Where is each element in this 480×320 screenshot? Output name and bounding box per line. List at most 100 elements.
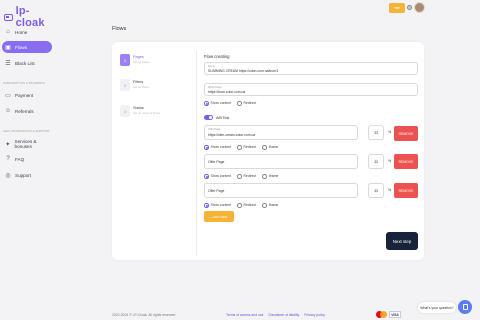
step-number: 3 <box>120 105 130 117</box>
radio-iframe[interactable]: Iframe <box>262 145 278 150</box>
copyright: 2022-2024 © LP-Cloak. All rights reserve… <box>112 313 176 317</box>
offer-percent-input-1[interactable]: 33 <box>368 125 384 140</box>
sidebar-item-referrals[interactable]: ☺ Referrals <box>2 105 52 117</box>
sidebar-item-flows[interactable]: ▣ Flows <box>2 41 52 53</box>
sidebar-item-blacklist[interactable]: ☰ Black List <box>2 57 52 69</box>
sidebar-item-label: Home <box>15 29 28 35</box>
sidebar-item-label: Payment <box>15 92 34 98</box>
footer-link-disclaimer[interactable]: Disclaimer of liability <box>269 313 300 317</box>
field-label: Offer Page <box>208 127 221 131</box>
field-value: https://burn.cdon.com.ua <box>208 90 246 94</box>
radio-iframe[interactable]: Iframe <box>262 203 278 208</box>
white-mode-group: Show content Redirect <box>204 101 256 106</box>
step-number: 1 <box>120 54 130 66</box>
step-title: Filters <box>133 80 144 84</box>
sidebar: lp-cloak ⌂ Home ▣ Flows ☰ Black List SUB… <box>0 0 56 320</box>
offer-page-field-1[interactable]: Offer Page https://slim-cream-cdon.com.u… <box>204 125 358 140</box>
promo-button[interactable]: TRY <box>389 3 405 13</box>
remove-button-3[interactable]: REMOVE <box>394 183 418 198</box>
radio-show-content[interactable]: Show content <box>204 174 231 179</box>
radio-label: Show content <box>210 101 232 106</box>
gift-icon: ✦ <box>5 141 11 148</box>
radio-dot <box>237 101 242 106</box>
field-label: Name <box>208 64 215 68</box>
offer-page-field-2[interactable]: Offer Page <box>204 154 358 169</box>
offer2-mode-group: Show content Redirect Iframe <box>204 174 278 179</box>
sidebar-item-label: Referrals <box>15 108 34 114</box>
radio-redirect[interactable]: Redirect <box>237 203 256 208</box>
chat-button[interactable] <box>458 300 472 314</box>
home-icon: ⌂ <box>6 29 10 35</box>
flows-icon: ▣ <box>5 44 11 51</box>
radio-label: Redirect <box>243 203 257 208</box>
radio-redirect[interactable]: Redirect <box>237 101 256 106</box>
section-support: SELF INFORMATION & SUPPORT <box>3 129 50 133</box>
white-page-field[interactable]: White Page https://burn.cdon.com.ua <box>204 83 418 96</box>
step-pages[interactable]: 1 Pages Set up Pages <box>120 54 194 68</box>
radio-redirect[interactable]: Redirect <box>237 174 256 179</box>
radio-dot <box>262 145 267 150</box>
card-icon: ▭ <box>5 92 11 99</box>
toggle-label: A/B Test <box>216 115 230 120</box>
avatar[interactable] <box>414 2 425 13</box>
radio-show-content[interactable]: Show content <box>204 101 231 106</box>
radio-iframe[interactable]: Iframe <box>262 174 278 179</box>
radio-label: Iframe <box>268 174 279 179</box>
form-title: Flow creating <box>204 54 230 59</box>
step-filters[interactable]: 2 Filters Set up Filters <box>120 79 194 93</box>
sidebar-item-label: Flows <box>15 44 27 50</box>
sidebar-item-payment[interactable]: ▭ Payment <box>2 89 52 101</box>
sidebar-item-label: Support <box>15 172 32 178</box>
name-field[interactable]: Name SLIMMING CREAM https://cdon.com.ua/… <box>204 62 418 75</box>
footer-link-privacy[interactable]: Privacy policy <box>304 313 325 317</box>
offer-page-field-3[interactable]: Offer Page <box>204 183 358 198</box>
ab-test-toggle[interactable]: A/B Test <box>204 115 229 120</box>
radio-dot <box>204 174 209 179</box>
offer3-mode-group: Show content Redirect Iframe <box>204 203 278 208</box>
radio-show-content[interactable]: Show content <box>204 203 231 208</box>
offer-percent-input-2[interactable]: 33 <box>368 154 384 169</box>
radio-dot <box>262 174 267 179</box>
divider <box>196 50 197 256</box>
radio-label: Iframe <box>268 145 279 150</box>
radio-show-content[interactable]: Show content <box>204 145 231 150</box>
users-icon: ☺ <box>4 108 12 114</box>
percent-sign: % <box>388 188 392 192</box>
field-value: 33 <box>374 159 378 164</box>
step-subtitle: Set up Filters <box>133 85 150 89</box>
sidebar-item-faq[interactable]: ? FAQ <box>2 153 52 165</box>
radio-dot <box>204 203 209 208</box>
sidebar-item-support[interactable]: ◎ Support <box>2 169 52 181</box>
radio-label: Iframe <box>268 203 279 208</box>
remove-button-1[interactable]: REMOVE <box>394 126 418 141</box>
sidebar-item-services[interactable]: ✦ Services & bonuses <box>2 138 52 150</box>
toggle-switch <box>204 115 213 120</box>
chat-prompt[interactable]: What's your question? <box>418 302 456 313</box>
field-value: Offer Page <box>208 159 225 164</box>
radio-label: Show content <box>210 174 232 179</box>
remove-button-2[interactable]: REMOVE <box>394 154 418 169</box>
step-status[interactable]: 3 Status Set up name of Flows <box>120 105 194 119</box>
radio-label: Redirect <box>243 101 257 106</box>
add-new-button[interactable]: + ADD NEW <box>204 211 234 222</box>
field-label: White Page <box>208 85 222 89</box>
percent-sign: % <box>388 159 392 163</box>
radio-dot <box>262 203 267 208</box>
radio-redirect[interactable]: Redirect <box>237 145 256 150</box>
footer-link-terms[interactable]: Terms of access and use <box>226 313 264 317</box>
offer-percent-input-3[interactable]: 33 <box>368 183 384 198</box>
logo-icon <box>4 13 13 21</box>
field-value: https://slim-cream-cdon.com.ua <box>208 133 256 137</box>
step-subtitle: Set up Pages <box>133 60 150 64</box>
field-value: 33 <box>374 130 378 135</box>
next-step-button[interactable]: Next step <box>386 232 418 250</box>
globe-icon[interactable] <box>407 5 412 10</box>
offer1-mode-group: Show content Redirect Iframe <box>204 145 278 150</box>
sidebar-item-home[interactable]: ⌂ Home <box>2 26 52 38</box>
section-billing: SUBSCRIPTION & PAYMENTS <box>3 81 45 85</box>
field-value: SLIMMING CREAM https://cdon.com.ua/burn3 <box>208 69 279 73</box>
footer-links: Terms of access and use Disclaimer of li… <box>226 313 325 317</box>
radio-dot <box>237 203 242 208</box>
percent-sign: % <box>388 130 392 134</box>
list-icon: ☰ <box>5 60 11 67</box>
